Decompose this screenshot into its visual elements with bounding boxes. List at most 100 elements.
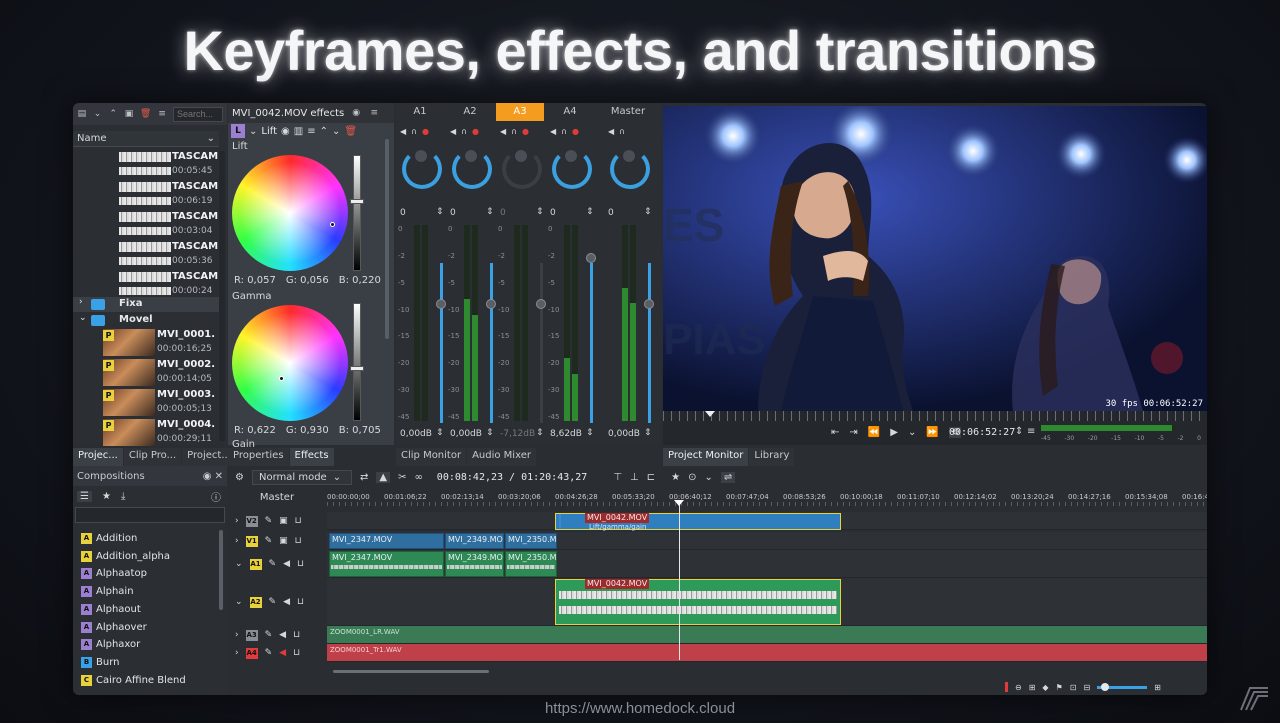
- composition-item[interactable]: A Alphain: [81, 583, 134, 600]
- mute-icon[interactable]: ◀: [283, 597, 290, 607]
- lock-icon[interactable]: ⊔: [293, 648, 300, 658]
- effects-wand-icon[interactable]: ✎: [265, 630, 273, 640]
- gain-value[interactable]: 0: [550, 208, 556, 218]
- pan-knob[interactable]: [514, 149, 528, 163]
- gain-stepper-icon[interactable]: ⇕: [486, 207, 494, 217]
- effects-wand-icon[interactable]: ✎: [269, 597, 277, 607]
- timecode-stepper-icon[interactable]: ⇕: [1015, 426, 1023, 437]
- mixer-channel-tab-a4[interactable]: A4: [546, 103, 594, 121]
- gamma-luma-handle[interactable]: [350, 366, 364, 371]
- record-icon[interactable]: ●: [572, 127, 579, 136]
- lift-luma-handle[interactable]: [350, 199, 364, 204]
- tab-properties[interactable]: Properties: [228, 448, 289, 466]
- fit-icon[interactable]: ⊡: [1070, 683, 1077, 692]
- snap-icon[interactable]: ⇌: [720, 471, 736, 483]
- gain-stepper-icon[interactable]: ⇕: [586, 207, 594, 217]
- view-mode-icon[interactable]: ▤: [77, 108, 87, 120]
- extract-icon[interactable]: ⊏: [647, 472, 655, 483]
- headphones-icon[interactable]: ∩: [411, 127, 417, 136]
- zoom-in-icon[interactable]: ⊞: [1154, 683, 1161, 692]
- chevron-icon[interactable]: ›: [235, 536, 239, 546]
- marker-icon[interactable]: ⚑: [1056, 683, 1063, 692]
- list-view-icon[interactable]: ☰: [77, 490, 92, 502]
- pan-knob[interactable]: [464, 149, 478, 163]
- mute-icon[interactable]: ◀: [279, 648, 286, 658]
- split-icon[interactable]: ⊞: [1029, 683, 1036, 692]
- eye-icon[interactable]: ◉: [350, 107, 362, 119]
- db-value[interactable]: 8,62dB: [550, 429, 582, 439]
- track-header[interactable]: › V2 ✎ ▣ ⊔: [229, 512, 325, 530]
- audio-clip-name[interactable]: TASCAM: [172, 151, 218, 162]
- close-icon[interactable]: ◉ ✕: [203, 471, 223, 482]
- speaker-icon[interactable]: ◀: [550, 127, 556, 136]
- move-down-icon[interactable]: ⌄: [332, 126, 340, 137]
- zoom-out-icon[interactable]: ⊟: [1083, 683, 1090, 692]
- chevron-down-icon[interactable]: ⌄: [93, 108, 103, 120]
- chevron-down-icon[interactable]: ⌄: [908, 427, 916, 438]
- speaker-icon[interactable]: ◀: [500, 127, 506, 136]
- lift-luma-slider[interactable]: [353, 155, 361, 271]
- pan-knob[interactable]: [414, 149, 428, 163]
- video-clip-name[interactable]: MVI_0004.: [157, 419, 215, 430]
- menu-icon[interactable]: ≡: [307, 126, 315, 137]
- compositions-scrollbar[interactable]: [219, 530, 223, 610]
- record-icon[interactable]: ●: [472, 127, 479, 136]
- zoom-handle[interactable]: [1101, 682, 1110, 691]
- tab-effects[interactable]: Effects: [289, 448, 334, 466]
- spacer-tool-icon[interactable]: ⇄: [360, 472, 368, 483]
- record-icon[interactable]: [1005, 682, 1008, 692]
- headphones-icon[interactable]: ∩: [511, 127, 517, 136]
- play-icon[interactable]: ▶: [890, 427, 898, 438]
- audio-thumb-icon[interactable]: ⊖: [1015, 683, 1022, 692]
- info-icon[interactable]: ⓘ: [211, 489, 221, 504]
- effects-wand-icon[interactable]: ✎: [269, 559, 277, 569]
- tab-projec[interactable]: Projec...: [73, 448, 123, 466]
- db-value[interactable]: 0,00dB: [450, 429, 482, 439]
- chevron-icon[interactable]: ⌄: [235, 559, 243, 569]
- composition-item[interactable]: A Alphaxor: [81, 636, 140, 653]
- menu-icon[interactable]: ≡: [157, 108, 167, 120]
- mixer-channel-tab-a3[interactable]: A3: [496, 103, 544, 121]
- timeline-hscrollbar[interactable]: [333, 670, 489, 673]
- lock-icon[interactable]: ⊔: [293, 630, 300, 640]
- gamma-picker-dot[interactable]: [279, 376, 284, 381]
- speaker-icon[interactable]: ◀: [608, 127, 614, 136]
- gain-value[interactable]: 0: [400, 208, 406, 218]
- rewind-icon[interactable]: ⏪: [868, 427, 880, 438]
- gain-stepper-icon[interactable]: ⇕: [536, 207, 544, 217]
- headphones-icon[interactable]: ∩: [461, 127, 467, 136]
- monitor-timecode[interactable]: 00:06:52:27: [949, 427, 1015, 438]
- audio-clip-name[interactable]: TASCAM: [172, 211, 218, 222]
- db-stepper-icon[interactable]: ⇕: [644, 428, 652, 438]
- lift-picker-dot[interactable]: [330, 222, 335, 227]
- volume-fader-track[interactable]: [590, 263, 593, 423]
- record-icon[interactable]: ●: [422, 127, 429, 136]
- db-stepper-icon[interactable]: ⇕: [536, 428, 544, 438]
- tab-library[interactable]: Library: [749, 448, 795, 466]
- volume-fader-knob[interactable]: [536, 299, 546, 309]
- mute-icon[interactable]: ◀: [283, 559, 290, 569]
- mute-icon[interactable]: ◀: [279, 630, 286, 640]
- video-clip-name[interactable]: MVI_0002.: [157, 359, 215, 370]
- pan-knob[interactable]: [564, 149, 578, 163]
- audio-clip-name[interactable]: TASCAM: [172, 181, 218, 192]
- db-stepper-icon[interactable]: ⇕: [486, 428, 494, 438]
- mode-select[interactable]: Normal mode ⌄: [251, 469, 352, 485]
- track-lane[interactable]: [327, 644, 1207, 662]
- delete-effect-icon[interactable]: 🗑: [344, 126, 357, 137]
- volume-fader-knob[interactable]: [436, 299, 446, 309]
- pan-knob[interactable]: [622, 149, 636, 163]
- eye-icon[interactable]: ◉: [281, 126, 290, 137]
- gain-value[interactable]: 0: [500, 208, 506, 218]
- track-header[interactable]: › A4 ✎ ◀ ⊔: [229, 644, 325, 662]
- tab-project-monitor[interactable]: Project Monitor: [663, 448, 749, 466]
- zone-out-icon[interactable]: ⇥: [849, 427, 857, 438]
- video-clip-name[interactable]: MVI_0003.: [157, 389, 215, 400]
- audio-clip[interactable]: MVI_2347.MOV: [329, 551, 444, 577]
- composition-item[interactable]: B Burn: [81, 654, 119, 671]
- menu-icon[interactable]: ≡: [368, 107, 380, 119]
- volume-fader-knob[interactable]: [644, 299, 654, 309]
- volume-fader-track[interactable]: [440, 263, 443, 423]
- speaker-icon[interactable]: ◀: [450, 127, 456, 136]
- lock-icon[interactable]: ⊔: [297, 559, 304, 569]
